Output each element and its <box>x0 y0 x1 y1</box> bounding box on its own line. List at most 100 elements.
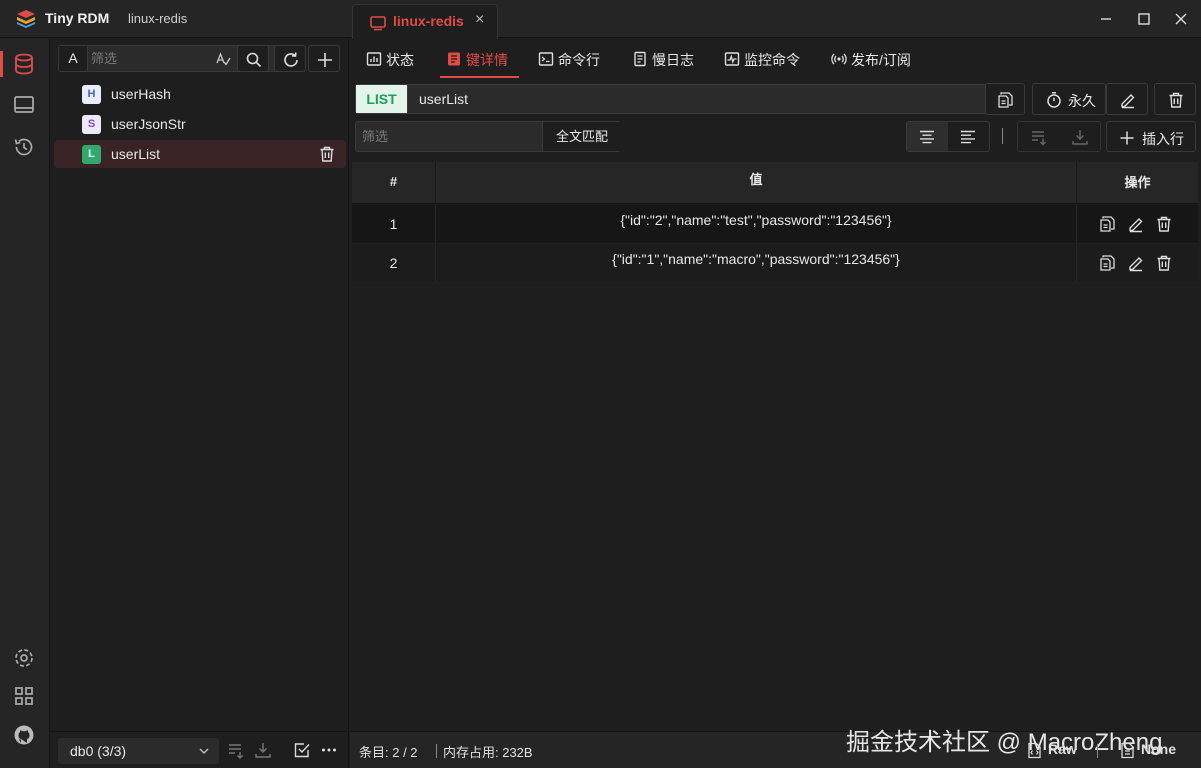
ttl-label: 永久 <box>1068 93 1096 109</box>
column-header-actions: 操作 <box>1124 175 1151 190</box>
key-item-userlist[interactable]: L userList <box>54 140 346 168</box>
batch-ttl-icon[interactable] <box>227 741 245 759</box>
value-filter: 全文匹配 <box>355 121 621 152</box>
refresh-keys-button[interactable] <box>274 45 306 72</box>
edit-value-icon[interactable] <box>1127 254 1145 272</box>
row-index: 1 <box>389 216 398 232</box>
load-more-group <box>1017 121 1101 152</box>
server-icon <box>370 16 386 31</box>
slow-log-icon <box>634 51 646 67</box>
database-icon[interactable] <box>12 52 36 76</box>
decode-format-select[interactable]: None <box>1119 740 1189 760</box>
load-all-icon[interactable] <box>1071 128 1089 146</box>
status-icon <box>366 52 382 66</box>
key-name: userJsonStr <box>111 116 186 132</box>
key-detail-icon <box>448 52 460 66</box>
title-bar: Tiny RDM linux-redis linux-redis × <box>0 0 1201 39</box>
tab-slow-log[interactable]: 慢日志 <box>632 39 702 78</box>
status-divider <box>436 744 437 758</box>
rail-active-indicator <box>0 51 3 77</box>
table-row[interactable]: 1 {"id":"2","name":"test","password":"12… <box>352 205 1198 244</box>
ttl-button[interactable]: 永久 <box>1032 83 1106 115</box>
github-icon[interactable] <box>12 723 36 747</box>
key-name-display[interactable]: userList <box>419 91 468 107</box>
tab-monitor[interactable]: 监控命令 <box>724 39 810 78</box>
chevron-down-icon <box>199 748 209 755</box>
key-item-userhash[interactable]: H userHash <box>54 80 346 108</box>
tab-label: linux-redis <box>393 13 464 29</box>
insert-row-button[interactable]: 插入行 <box>1106 121 1196 152</box>
monitor-screen-icon[interactable] <box>12 93 36 117</box>
tab-label: 命令行 <box>558 52 600 68</box>
tab-label: 状态 <box>386 52 414 68</box>
row-value[interactable]: {"id":"1","name":"macro","password":"123… <box>436 244 1076 282</box>
view-format-select[interactable]: Raw <box>1026 740 1086 760</box>
app-logo-icon <box>17 10 35 28</box>
delete-value-icon[interactable] <box>1155 254 1173 272</box>
settings-gear-icon[interactable] <box>12 646 36 670</box>
row-index: 2 <box>389 255 398 271</box>
refresh-icon <box>284 52 298 67</box>
copy-value-icon[interactable] <box>1098 215 1116 233</box>
history-icon[interactable] <box>12 135 36 159</box>
insert-row-label: 插入行 <box>1142 131 1184 147</box>
rename-key-button[interactable] <box>1106 83 1148 115</box>
align-center-button[interactable] <box>907 122 948 151</box>
tab-cli[interactable]: 命令行 <box>538 39 610 78</box>
active-tab-underline <box>440 76 519 78</box>
database-select-value: db0 (3/3) <box>70 743 127 759</box>
table-row[interactable]: 2 {"id":"1","name":"macro","password":"1… <box>352 244 1198 283</box>
key-name: userList <box>111 146 161 162</box>
minimize-icon[interactable] <box>1095 8 1117 30</box>
terminal-icon <box>538 52 554 66</box>
align-left-icon <box>961 130 975 144</box>
tab-linux-redis[interactable]: linux-redis × <box>352 4 498 39</box>
apps-grid-icon[interactable] <box>12 684 36 708</box>
edit-value-icon[interactable] <box>1127 215 1145 233</box>
more-icon[interactable] <box>320 741 338 759</box>
filter-type-toggle[interactable]: A <box>59 46 88 71</box>
value-filter-input[interactable] <box>356 122 540 151</box>
close-window-icon[interactable] <box>1170 8 1192 30</box>
monitor-icon <box>724 52 740 66</box>
delete-value-icon[interactable] <box>1155 215 1173 233</box>
check-select-icon[interactable] <box>293 741 311 759</box>
tab-status[interactable]: 状态 <box>366 39 426 78</box>
tab-key-detail[interactable]: 键详情 <box>440 39 519 78</box>
column-header-value: 值 <box>749 172 763 187</box>
copy-value-icon[interactable] <box>1098 254 1116 272</box>
view-format-value: Raw <box>1048 741 1077 757</box>
load-more-icon[interactable] <box>1030 128 1048 146</box>
key-sidebar: A H userHash S userJsonStr L userList db… <box>50 39 349 768</box>
delete-key-icon[interactable] <box>318 145 336 163</box>
copy-icon <box>998 92 1013 108</box>
maximize-icon[interactable] <box>1133 8 1155 30</box>
tab-label: 监控命令 <box>744 52 800 68</box>
database-select[interactable]: db0 (3/3) <box>58 738 219 764</box>
delete-key-button[interactable] <box>1154 83 1196 115</box>
watermark-text: 掘金技术社区 @ MacroZheng <box>846 729 1163 756</box>
code-file-icon <box>1028 742 1041 759</box>
trash-icon <box>1169 92 1183 108</box>
align-left-button[interactable] <box>948 122 989 151</box>
search-icon <box>246 52 262 68</box>
key-name: userHash <box>111 86 171 102</box>
search-button[interactable] <box>237 45 269 72</box>
export-icon[interactable] <box>254 741 272 759</box>
status-bar: 条目: 2 / 2 内存占用: 232B 掘金技术社区 @ MacroZheng… <box>350 729 1201 768</box>
row-value[interactable]: {"id":"2","name":"test","password":"1234… <box>436 205 1076 243</box>
key-item-userjsonstr[interactable]: S userJsonStr <box>54 110 346 138</box>
copy-key-button[interactable] <box>985 83 1025 115</box>
table-header: # 值 操作 <box>352 162 1198 204</box>
close-tab-icon[interactable]: × <box>475 11 484 29</box>
add-key-button[interactable] <box>308 45 340 72</box>
tab-label: 键详情 <box>466 52 508 68</box>
content-tabs: 状态 键详情 命令行 慢日志 监控命令 发布/订阅 <box>350 39 1201 78</box>
fulltext-match-button[interactable]: 全文匹配 <box>542 122 621 151</box>
decode-format-value: None <box>1141 741 1176 757</box>
plus-icon <box>318 53 332 67</box>
match-case-icon[interactable] <box>215 51 231 67</box>
tab-pubsub[interactable]: 发布/订阅 <box>831 39 921 78</box>
column-header-index: # <box>389 174 398 189</box>
toolbar-divider <box>1002 128 1003 144</box>
